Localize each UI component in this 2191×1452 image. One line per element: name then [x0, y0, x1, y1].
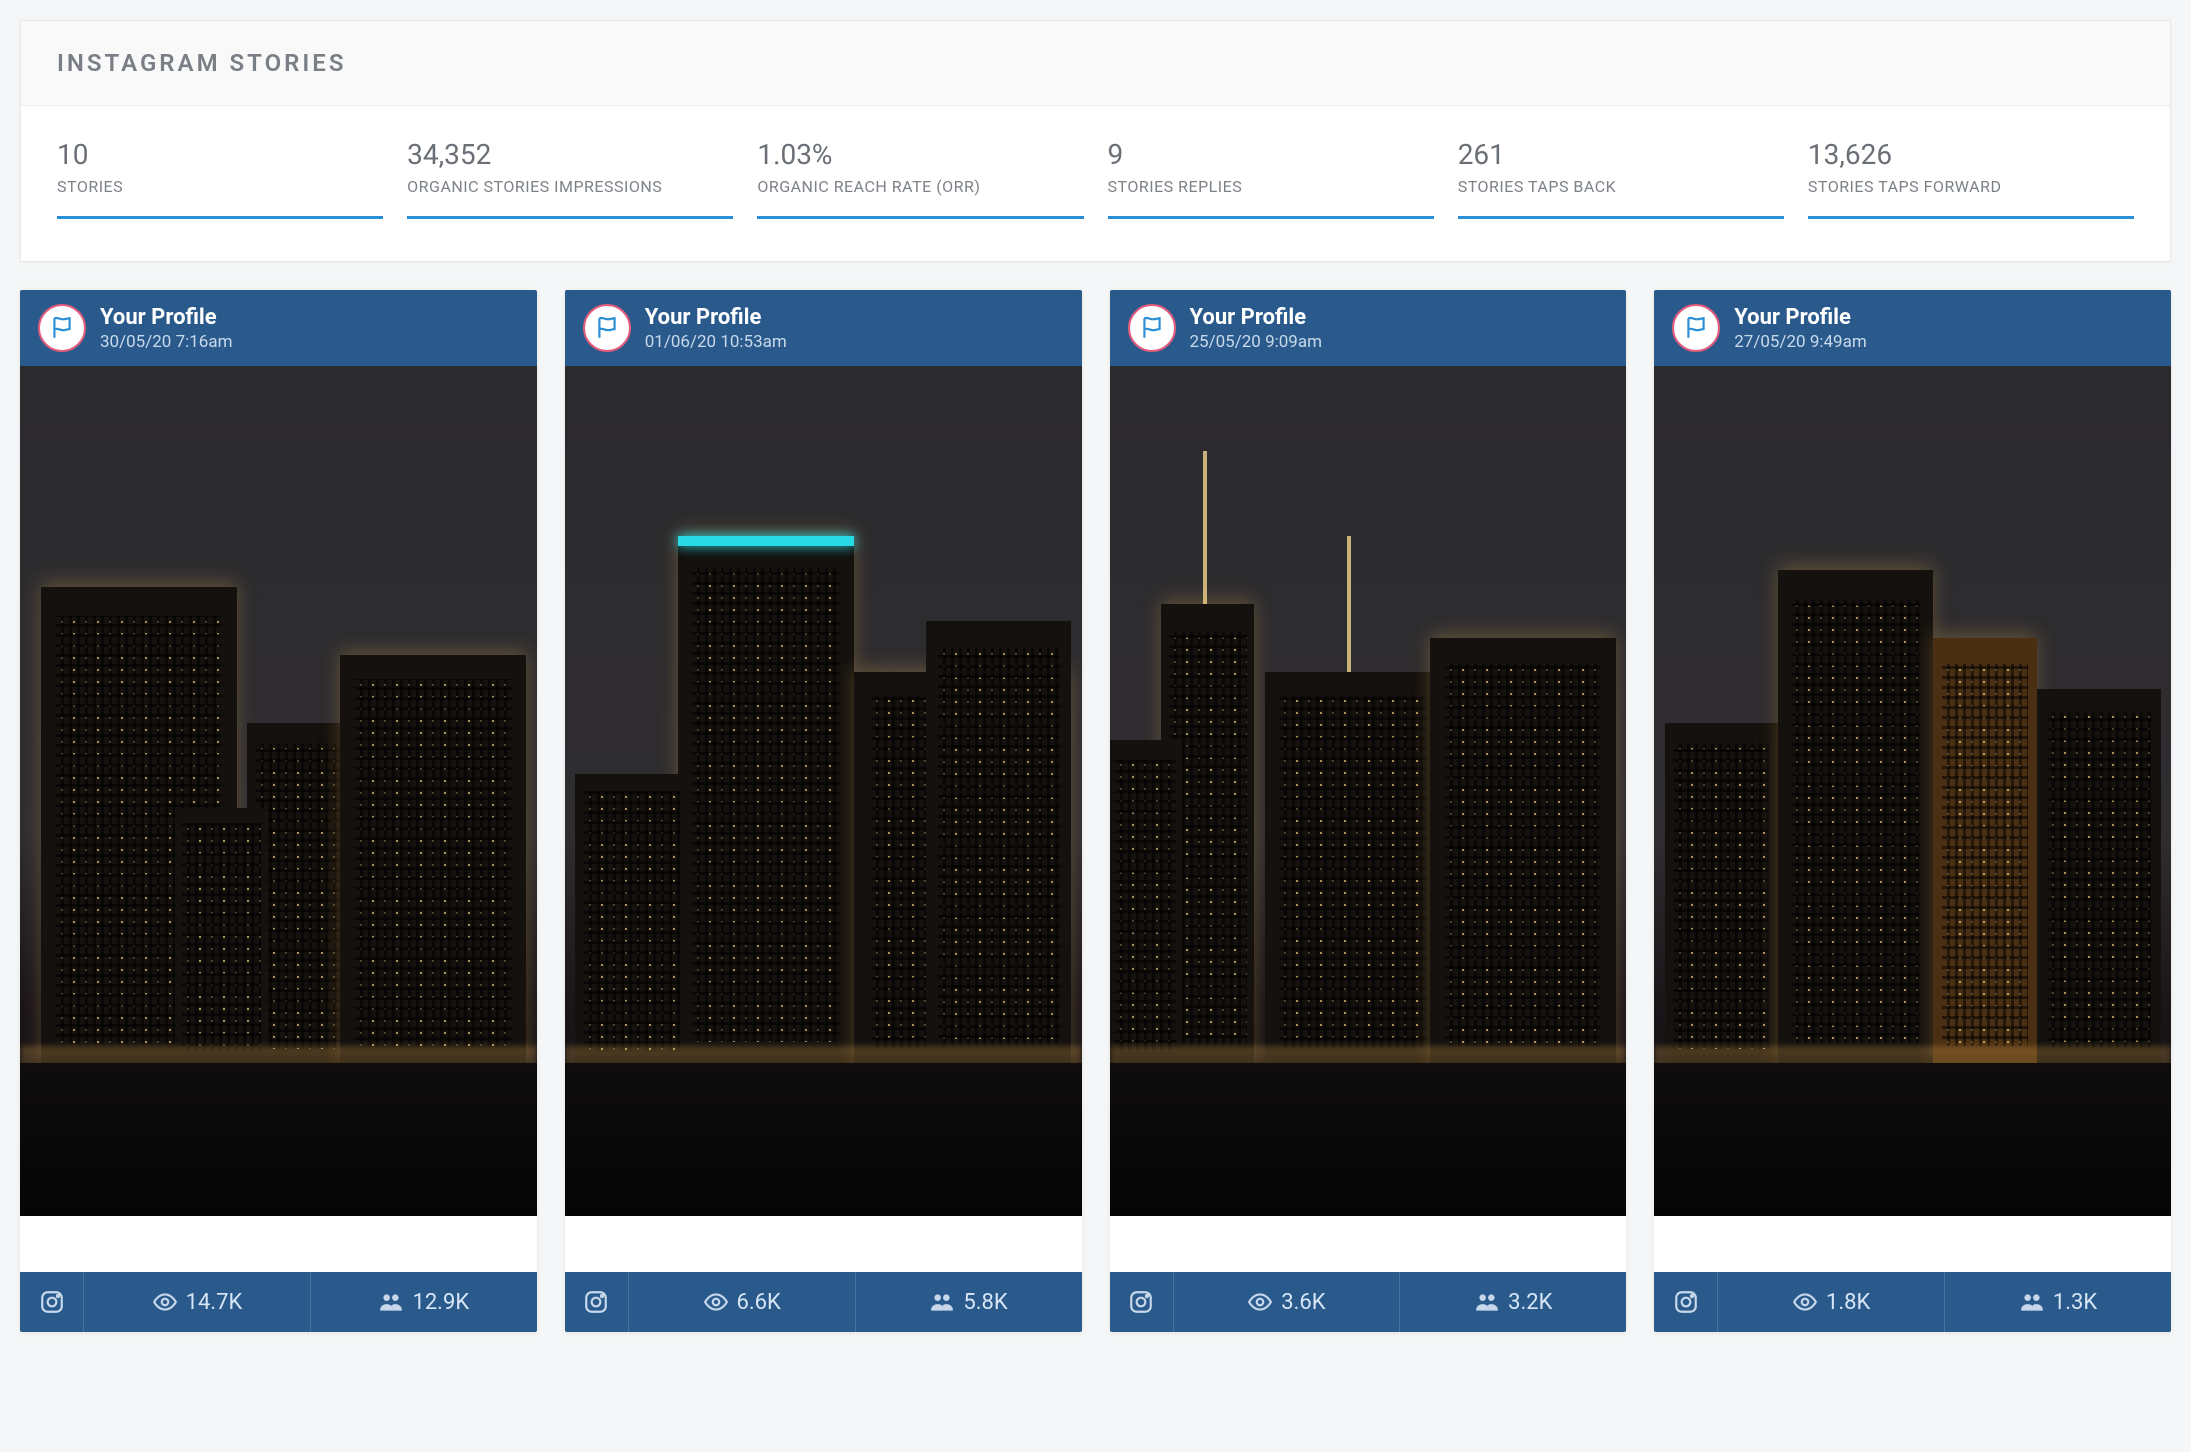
- reach-value: 1.3K: [2053, 1290, 2097, 1315]
- reach-value: 3.2K: [1508, 1290, 1552, 1315]
- card-gap: [565, 1216, 1082, 1272]
- avatar: [1128, 304, 1176, 352]
- card-footer: 6.6K 5.8K: [565, 1272, 1082, 1332]
- card-gap: [1654, 1216, 2171, 1272]
- metric-stories[interactable]: 10 STORIES: [57, 138, 383, 219]
- reach-value: 12.9K: [412, 1290, 469, 1315]
- card-header: Your Profile 25/05/20 9:09am: [1110, 290, 1627, 366]
- card-footer: 3.6K 3.2K: [1110, 1272, 1627, 1332]
- people-icon: [2019, 1289, 2045, 1315]
- metric-taps-forward[interactable]: 13,626 STORIES TAPS FORWARD: [1808, 138, 2134, 219]
- panel-title: INSTAGRAM STORIES: [57, 49, 2134, 77]
- card-gap: [1110, 1216, 1627, 1272]
- metric-label: ORGANIC REACH RATE (ORR): [757, 177, 1083, 196]
- story-image: [565, 366, 1082, 1216]
- metric-value: 261: [1458, 138, 1784, 171]
- metric-value: 1.03%: [757, 138, 1083, 171]
- card-gap: [20, 1216, 537, 1272]
- profile-name: Your Profile: [645, 305, 787, 330]
- story-card[interactable]: Your Profile 25/05/20 9:09am 3.6K: [1110, 290, 1627, 1332]
- views-value: 3.6K: [1281, 1290, 1325, 1315]
- timestamp: 01/06/20 10:53am: [645, 332, 787, 352]
- card-header: Your Profile 01/06/20 10:53am: [565, 290, 1082, 366]
- metrics-row: 10 STORIES 34,352 ORGANIC STORIES IMPRES…: [21, 106, 2170, 261]
- reach-stat: 5.8K: [855, 1272, 1082, 1332]
- story-image: [1654, 366, 2171, 1216]
- timestamp: 25/05/20 9:09am: [1190, 332, 1323, 352]
- card-header: Your Profile 27/05/20 9:49am: [1654, 290, 2171, 366]
- instagram-icon: [1654, 1272, 1718, 1332]
- profile-name: Your Profile: [100, 305, 233, 330]
- card-footer: 1.8K 1.3K: [1654, 1272, 2171, 1332]
- metric-label: STORIES TAPS FORWARD: [1808, 177, 2134, 196]
- metric-label: STORIES TAPS BACK: [1458, 177, 1784, 196]
- card-header: Your Profile 30/05/20 7:16am: [20, 290, 537, 366]
- card-titles: Your Profile 25/05/20 9:09am: [1190, 305, 1323, 352]
- reach-stat: 3.2K: [1399, 1272, 1626, 1332]
- timestamp: 30/05/20 7:16am: [100, 332, 233, 352]
- flag-icon: [594, 315, 620, 341]
- views-value: 14.7K: [186, 1290, 243, 1315]
- eye-icon: [1792, 1289, 1818, 1315]
- metric-label: STORIES REPLIES: [1108, 177, 1434, 196]
- stories-panel: INSTAGRAM STORIES 10 STORIES 34,352 ORGA…: [20, 20, 2171, 262]
- story-image: [20, 366, 537, 1216]
- story-card[interactable]: Your Profile 30/05/20 7:16am 14.7K 12.9K: [20, 290, 537, 1332]
- card-titles: Your Profile 27/05/20 9:49am: [1734, 305, 1867, 352]
- metric-value: 10: [57, 138, 383, 171]
- eye-icon: [1247, 1289, 1273, 1315]
- reach-stat: 12.9K: [310, 1272, 537, 1332]
- eye-icon: [152, 1289, 178, 1315]
- story-cards: Your Profile 30/05/20 7:16am 14.7K 12.9K: [20, 290, 2171, 1332]
- panel-header: INSTAGRAM STORIES: [21, 21, 2170, 106]
- card-titles: Your Profile 01/06/20 10:53am: [645, 305, 787, 352]
- eye-icon: [703, 1289, 729, 1315]
- metric-label: STORIES: [57, 177, 383, 196]
- story-image: [1110, 366, 1627, 1216]
- instagram-icon: [20, 1272, 84, 1332]
- views-stat: 3.6K: [1174, 1272, 1400, 1332]
- metric-label: ORGANIC STORIES IMPRESSIONS: [407, 177, 733, 196]
- metric-value: 13,626: [1808, 138, 2134, 171]
- metric-impressions[interactable]: 34,352 ORGANIC STORIES IMPRESSIONS: [407, 138, 733, 219]
- card-titles: Your Profile 30/05/20 7:16am: [100, 305, 233, 352]
- views-value: 6.6K: [737, 1290, 781, 1315]
- instagram-icon: [565, 1272, 629, 1332]
- avatar: [38, 304, 86, 352]
- people-icon: [378, 1289, 404, 1315]
- metric-value: 34,352: [407, 138, 733, 171]
- views-stat: 14.7K: [84, 1272, 310, 1332]
- flag-icon: [1683, 315, 1709, 341]
- reach-value: 5.8K: [963, 1290, 1007, 1315]
- views-stat: 1.8K: [1718, 1272, 1944, 1332]
- story-card[interactable]: Your Profile 27/05/20 9:49am 1.8K 1.3K: [1654, 290, 2171, 1332]
- people-icon: [1474, 1289, 1500, 1315]
- views-value: 1.8K: [1826, 1290, 1870, 1315]
- metric-value: 9: [1108, 138, 1434, 171]
- timestamp: 27/05/20 9:49am: [1734, 332, 1867, 352]
- people-icon: [929, 1289, 955, 1315]
- profile-name: Your Profile: [1734, 305, 1867, 330]
- views-stat: 6.6K: [629, 1272, 855, 1332]
- instagram-icon: [1110, 1272, 1174, 1332]
- avatar: [1672, 304, 1720, 352]
- card-footer: 14.7K 12.9K: [20, 1272, 537, 1332]
- story-card[interactable]: Your Profile 01/06/20 10:53am 6.6K: [565, 290, 1082, 1332]
- reach-stat: 1.3K: [1944, 1272, 2171, 1332]
- flag-icon: [49, 315, 75, 341]
- flag-icon: [1139, 315, 1165, 341]
- metric-replies[interactable]: 9 STORIES REPLIES: [1108, 138, 1434, 219]
- metric-taps-back[interactable]: 261 STORIES TAPS BACK: [1458, 138, 1784, 219]
- avatar: [583, 304, 631, 352]
- profile-name: Your Profile: [1190, 305, 1323, 330]
- metric-orr[interactable]: 1.03% ORGANIC REACH RATE (ORR): [757, 138, 1083, 219]
